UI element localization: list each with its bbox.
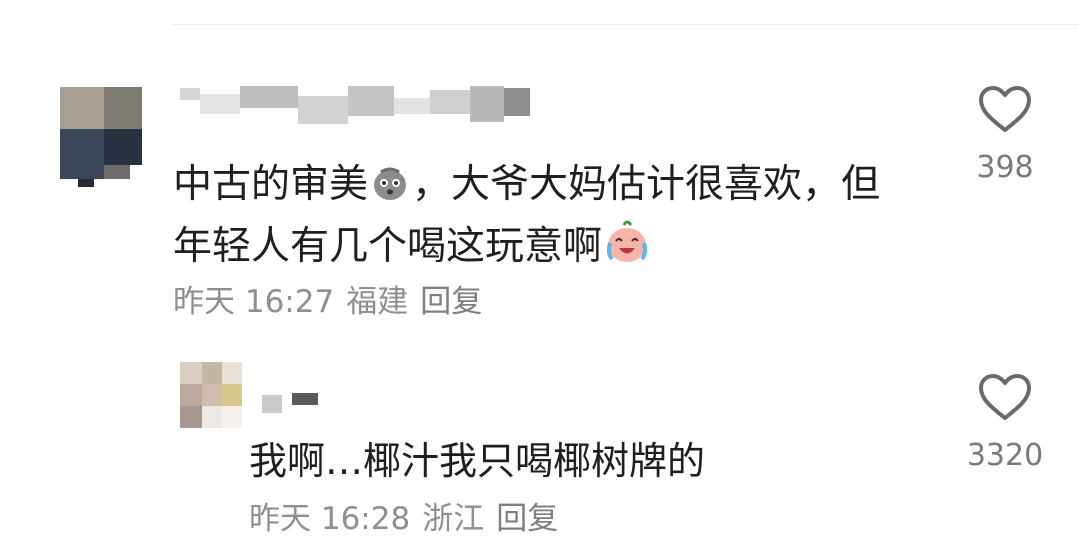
avatar[interactable] [180,362,242,428]
comment-meta: 昨天 16:27 福建 回复 [173,282,482,322]
username-blurred[interactable] [262,387,318,413]
like-count: 398 [976,150,1034,185]
like-button[interactable]: 3320 [962,372,1048,473]
username-blurred[interactable] [180,84,530,124]
comment-location: 福建 [346,284,409,320]
reply-button[interactable]: 回复 [496,499,558,539]
top-divider [172,24,1079,25]
worried-face-emoji [370,163,410,219]
reply-button[interactable]: 回复 [420,282,482,322]
comment-text: 中古的审美 ，大爷大妈估计很喜欢，但年轻人有几个喝这玩意啊 [173,157,893,281]
avatar[interactable] [60,87,142,187]
like-count: 3320 [966,438,1044,473]
heart-outline-icon[interactable] [977,84,1033,134]
like-button[interactable]: 398 [962,84,1048,185]
heart-outline-icon[interactable] [977,372,1033,422]
laughing-tears-emoji [604,219,650,281]
comment-meta: 昨天 16:28 浙江 回复 [249,499,558,539]
comment-location: 浙江 [422,501,485,537]
comment-time: 昨天 16:28 [249,501,411,537]
comment-text: 我啊…椰汁我只喝椰树牌的 [249,439,706,483]
comment-text-part: 中古的审美 [173,162,369,207]
comment-time: 昨天 16:27 [173,284,335,320]
